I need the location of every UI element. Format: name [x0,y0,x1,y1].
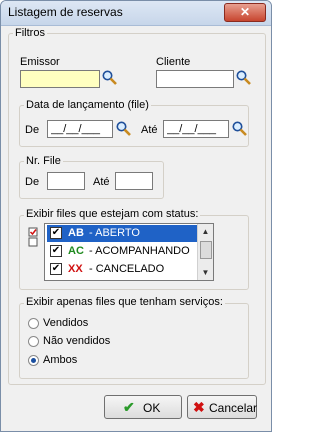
status-checkbox[interactable]: ✔ [50,245,62,257]
filtros-label: Filtros [13,27,47,39]
data-ate-lookup-icon[interactable] [231,120,248,137]
scroll-thumb[interactable] [200,241,212,259]
status-code: AC [68,245,84,257]
ok-label: OK [143,401,161,415]
data-de-label: De [25,124,40,136]
status-text: - ABERTO [89,227,140,239]
dialog-window: Listagem de reservas ✕ Filtros Emissor C… [0,0,272,432]
emissor-input[interactable] [20,70,100,88]
cliente-input[interactable] [156,70,234,88]
option-vendidos-label: Vendidos [43,317,89,329]
cancel-button[interactable]: ✖ Cancelar [187,395,257,419]
title-bar[interactable]: Listagem de reservas ✕ [1,1,271,26]
nr-file-de-input[interactable] [47,172,85,190]
nr-file-label: Nr. File [24,155,63,167]
status-listbox[interactable]: ✔ AB - ABERTO ✔ AC - ACOMPANHANDO ✔ XX -… [44,223,214,281]
status-item-cancelado[interactable]: ✔ XX - CANCELADO [47,261,197,278]
status-item-acompanhando[interactable]: ✔ AC - ACOMPANHANDO [47,243,197,260]
status-code: XX [68,263,83,275]
cliente-label: Cliente [156,56,191,68]
x-icon: ✖ [193,399,205,415]
close-button[interactable]: ✕ [224,3,266,22]
close-icon: ✕ [239,5,251,19]
status-text: - CANCELADO [89,263,165,275]
scroll-up-icon[interactable]: ▲ [198,224,213,239]
servicos-label: Exibir apenas files que tenham serviços: [24,296,225,308]
data-de-lookup-icon[interactable] [115,120,132,137]
status-label: Exibir files que estejam com status: [24,208,201,220]
status-code: AB [68,227,84,239]
radio-nao-vendidos[interactable] [28,336,39,347]
nr-file-ate-input[interactable] [115,172,153,190]
ok-button[interactable]: ✔ OK [104,395,182,419]
emissor-label: Emissor [20,56,60,68]
status-text: - ACOMPANHANDO [89,245,190,257]
cancel-label: Cancelar [209,401,258,415]
status-checkbox[interactable]: ✔ [50,263,62,275]
option-nao-vendidos-label: Não vendidos [43,335,111,347]
data-ate-input[interactable] [163,120,229,138]
nr-file-ate-label: Até [93,176,110,188]
status-scrollbar[interactable]: ▲ ▼ [197,224,213,280]
nr-file-de-label: De [25,176,40,188]
cliente-lookup-icon[interactable] [235,69,252,86]
status-item-aberto[interactable]: ✔ AB - ABERTO [47,225,197,242]
option-ambos-label: Ambos [43,354,78,366]
radio-vendidos[interactable] [28,318,39,329]
data-ate-label: Até [141,124,158,136]
radio-ambos[interactable] [28,355,39,366]
window-title: Listagem de reservas [8,5,123,19]
data-lancamento-label: Data de lançamento (file) [24,99,151,111]
checkmark-icon: ✔ [123,399,135,415]
check-all-icon[interactable] [28,227,38,247]
emissor-lookup-icon[interactable] [101,69,118,86]
scroll-down-icon[interactable]: ▼ [198,265,213,280]
status-checkbox[interactable]: ✔ [50,227,62,239]
data-de-input[interactable] [47,120,113,138]
